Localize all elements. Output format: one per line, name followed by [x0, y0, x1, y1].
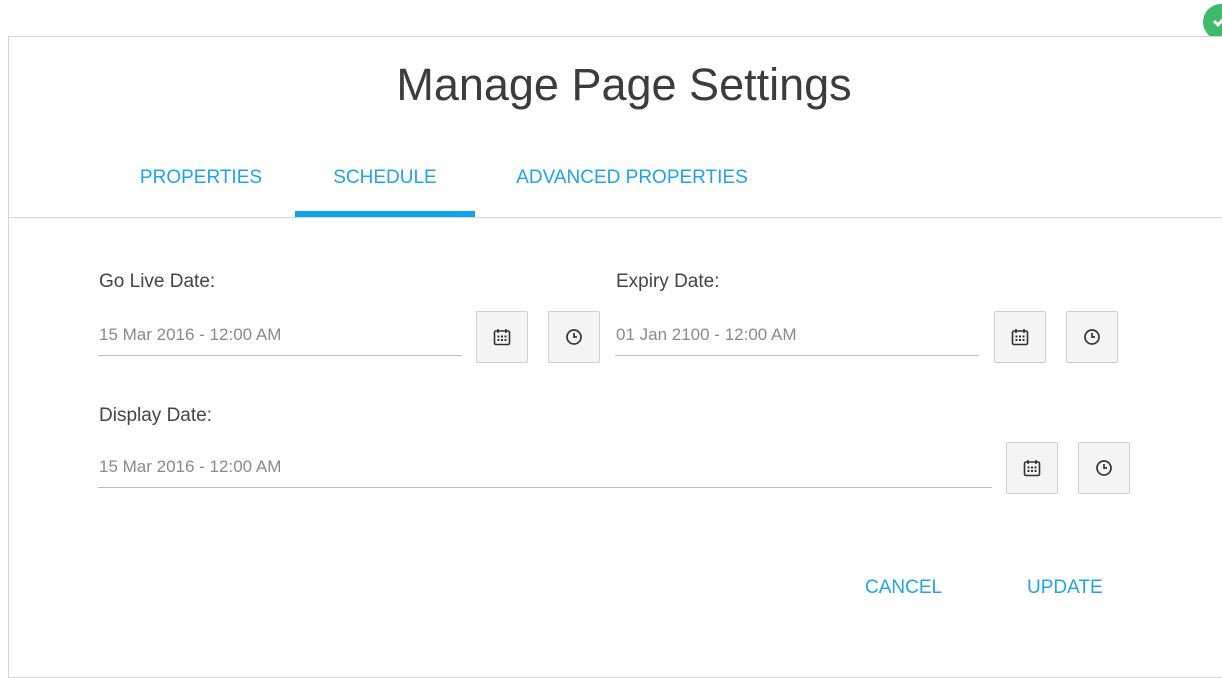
clock-icon — [566, 329, 582, 345]
manage-page-settings-dialog: Manage Page Settings PROPERTIES SCHEDULE… — [8, 36, 1222, 678]
tab-properties[interactable]: PROPERTIES — [126, 161, 276, 217]
go-live-time-button[interactable] — [548, 311, 600, 363]
expiry-calendar-button[interactable] — [994, 311, 1046, 363]
expiry-time-button[interactable] — [1066, 311, 1118, 363]
clock-icon — [1084, 329, 1100, 345]
tab-advanced-properties[interactable]: ADVANCED PROPERTIES — [507, 161, 757, 217]
calendar-icon — [1023, 460, 1041, 477]
display-time-button[interactable] — [1078, 442, 1130, 494]
calendar-icon — [493, 329, 511, 346]
tabs-divider — [9, 217, 1222, 218]
display-date-label: Display Date: — [99, 405, 212, 426]
display-date-input[interactable] — [98, 447, 992, 488]
clock-icon — [1096, 460, 1112, 476]
expiry-date-input[interactable] — [615, 315, 979, 356]
expiry-date-label: Expiry Date: — [616, 271, 720, 292]
status-checkmark-icon — [1203, 4, 1222, 40]
go-live-date-label: Go Live Date: — [99, 271, 216, 292]
calendar-icon — [1011, 329, 1029, 346]
display-calendar-button[interactable] — [1006, 442, 1058, 494]
cancel-button[interactable]: CANCEL — [865, 577, 942, 599]
go-live-date-input[interactable] — [98, 315, 462, 356]
tab-schedule[interactable]: SCHEDULE — [295, 161, 475, 217]
dialog-title: Manage Page Settings — [396, 59, 852, 110]
update-button[interactable]: UPDATE — [1027, 577, 1103, 599]
go-live-calendar-button[interactable] — [476, 311, 528, 363]
